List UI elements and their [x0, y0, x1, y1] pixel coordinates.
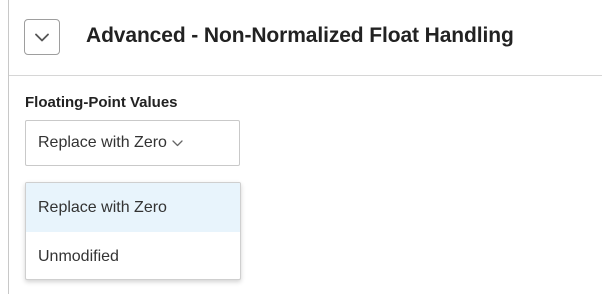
settings-panel: Advanced - Non-Normalized Float Handling…: [8, 0, 602, 294]
chevron-down-icon: [172, 139, 183, 147]
dropdown-menu: Replace with Zero Unmodified: [25, 182, 241, 280]
section-header: Advanced - Non-Normalized Float Handling: [9, 0, 602, 76]
chevron-down-icon: [35, 33, 49, 41]
dropdown-option-unmodified[interactable]: Unmodified: [26, 232, 240, 279]
section-title: Advanced - Non-Normalized Float Handling: [86, 24, 514, 47]
collapse-toggle-button[interactable]: [24, 19, 60, 55]
floating-point-values-select[interactable]: Replace with Zero: [25, 120, 240, 166]
select-value: Replace with Zero: [38, 134, 167, 151]
floating-point-values-label: Floating-Point Values: [25, 94, 178, 111]
dropdown-option-replace-with-zero[interactable]: Replace with Zero: [26, 183, 240, 232]
